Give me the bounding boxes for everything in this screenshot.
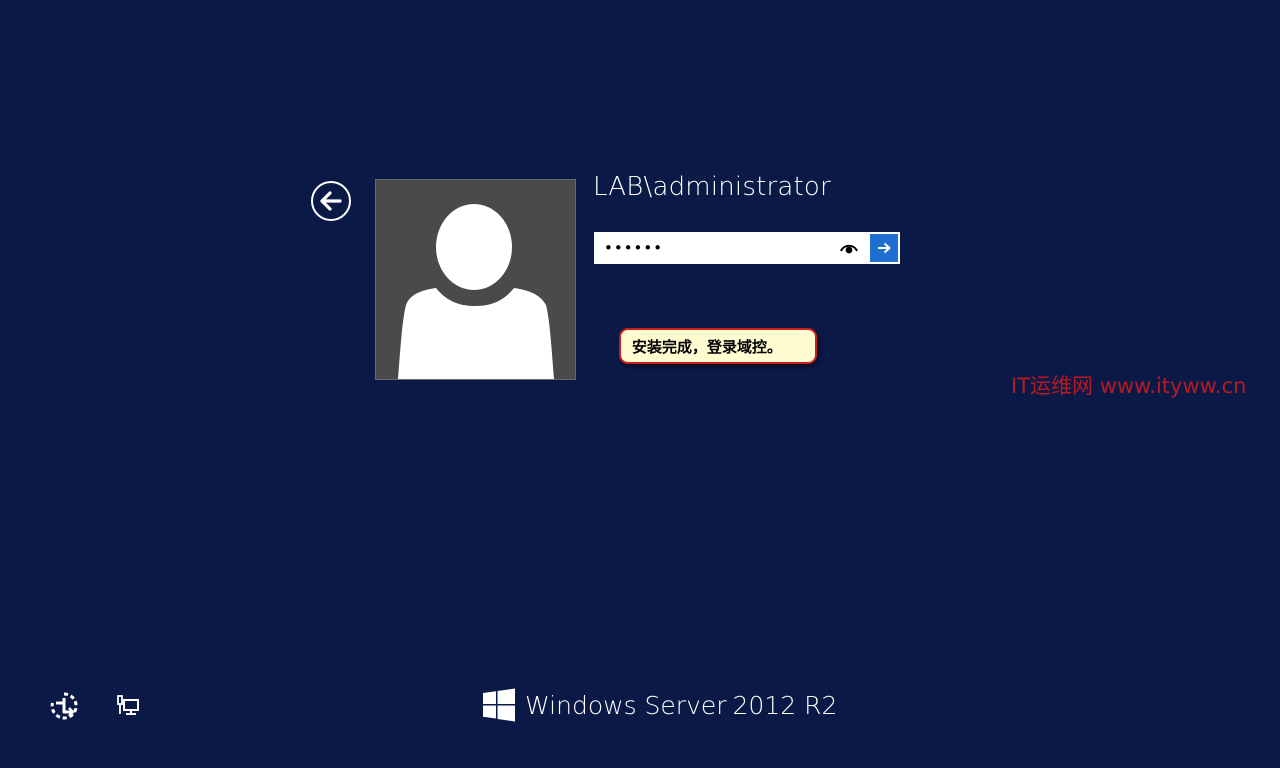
username-label: LAB\administrator — [593, 172, 831, 202]
product-branding: Windows Server 2012 R2 — [482, 687, 837, 723]
annotation-text: 安装完成，登录域控。 — [632, 337, 783, 356]
password-input[interactable] — [594, 232, 868, 264]
windows-logo-icon — [483, 688, 515, 722]
brand-version: 2012 R2 — [732, 690, 838, 720]
annotation-callout: 安装完成，登录域控。 — [619, 328, 817, 364]
back-button[interactable] — [311, 181, 351, 221]
network-icon — [117, 695, 139, 715]
ease-of-access-button[interactable] — [48, 690, 80, 722]
reveal-password-button[interactable] — [837, 238, 861, 258]
ease-of-access-icon — [50, 692, 78, 720]
arrow-right-icon — [878, 242, 891, 254]
password-row — [594, 232, 900, 264]
user-avatar — [375, 179, 576, 380]
watermark: IT运维网 www.ityww.cn — [1011, 374, 1247, 398]
back-arrow-icon — [320, 191, 342, 211]
network-button[interactable] — [112, 690, 144, 722]
eye-icon — [840, 244, 858, 254]
submit-button[interactable] — [868, 232, 900, 264]
user-silhouette-icon — [398, 204, 554, 379]
brand-name: Windows Server — [525, 690, 727, 720]
